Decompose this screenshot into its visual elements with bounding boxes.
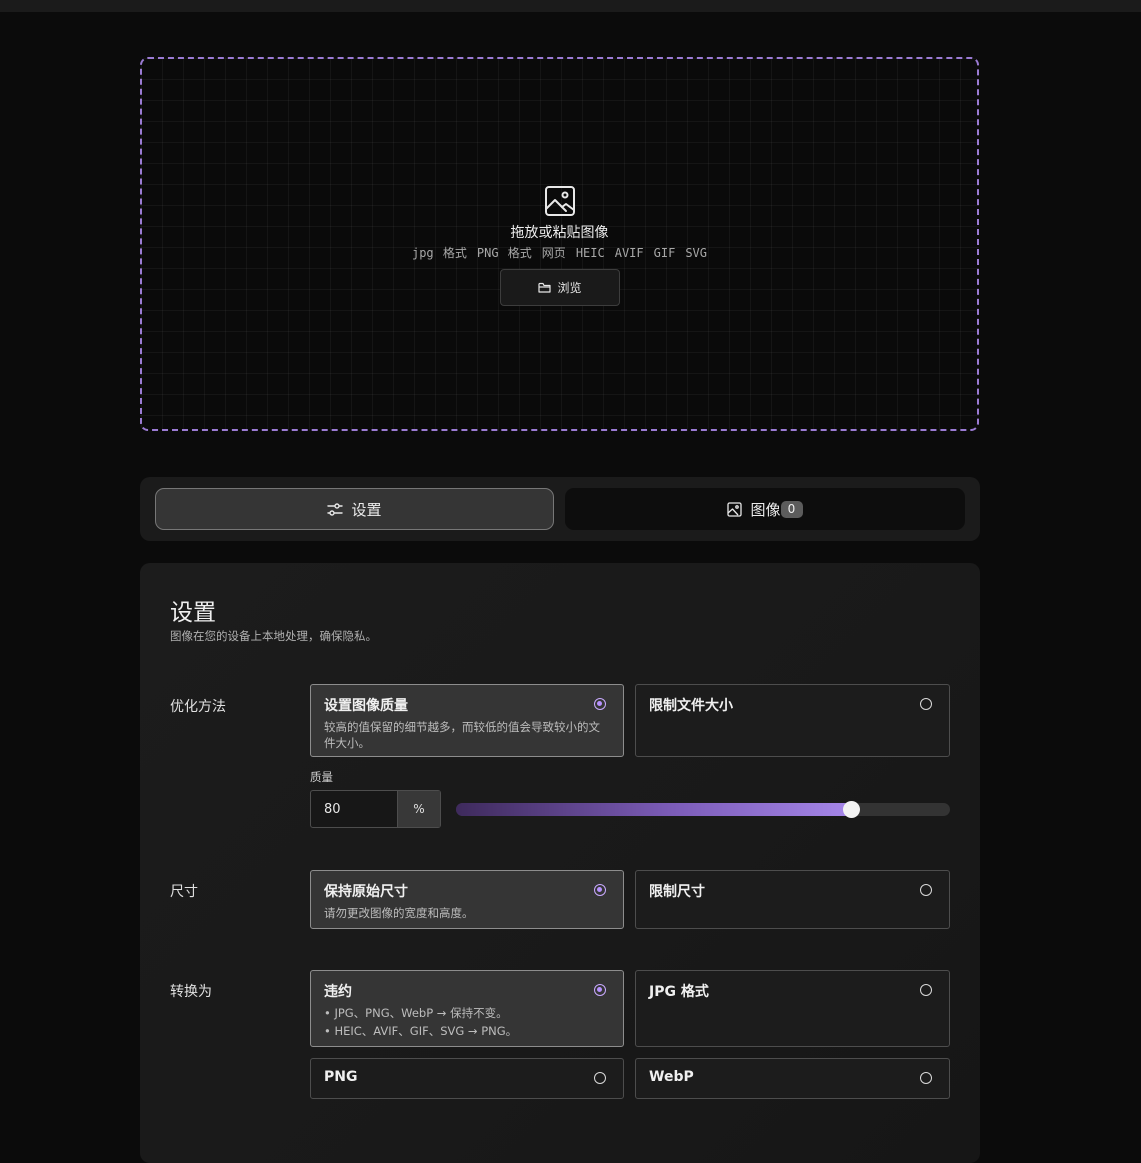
- option-description: 较高的值保留的细节越多，而较低的值会导致较小的文件大小。: [324, 720, 600, 750]
- image-count-badge: 0: [780, 500, 803, 518]
- option-title: 违约: [324, 984, 352, 1000]
- tab-images-label: 图像: [750, 500, 781, 519]
- format-avif: AVIF: [614, 246, 644, 260]
- tabs-bar: 设置 图像 0: [140, 477, 980, 541]
- format-gif: GIF: [653, 246, 676, 260]
- image-drop-zone[interactable]: 拖放或粘贴图像 jpg 格式 PNG 格式 网页 HEIC AVIF GIF SVG 浏览: [140, 57, 979, 431]
- image-icon: [545, 186, 575, 216]
- radio: [920, 1072, 932, 1084]
- option-description: • JPG、PNG、WebP → 保持不变。 • HEIC、AVIF、GIF、S…: [324, 1004, 609, 1040]
- option-title: 限制文件大小: [649, 698, 733, 714]
- option-title: 限制尺寸: [649, 884, 705, 900]
- format-svg: SVG: [685, 246, 707, 260]
- option-default-format[interactable]: 违约 • JPG、PNG、WebP → 保持不变。 • HEIC、AVIF、GI…: [310, 970, 624, 1047]
- tab-settings-label: 设置: [351, 500, 382, 519]
- radio-selected: [594, 984, 606, 996]
- option-png-format[interactable]: PNG: [310, 1058, 624, 1099]
- drop-zone-title: 拖放或粘贴图像: [510, 225, 609, 241]
- optimization-label: 优化方法: [170, 699, 226, 715]
- option-set-quality[interactable]: 设置图像质量 较高的值保留的细节越多，而较低的值会导致较小的文件大小。: [310, 684, 624, 757]
- option-description-line: • JPG、PNG、WebP → 保持不变。: [324, 1006, 508, 1020]
- option-jpg-format[interactable]: JPG 格式: [635, 970, 950, 1047]
- option-title: 保持原始尺寸: [324, 884, 408, 900]
- settings-panel: 设置 图像在您的设备上本地处理，确保隐私。 优化方法 设置图像质量 较高的值保留…: [140, 563, 980, 1163]
- option-title: PNG: [324, 1069, 358, 1085]
- option-webp-format[interactable]: WebP: [635, 1058, 950, 1099]
- convert-label: 转换为: [170, 984, 212, 1000]
- option-limit-file-size[interactable]: 限制文件大小: [635, 684, 950, 757]
- radio: [920, 698, 932, 710]
- radio: [920, 884, 932, 896]
- quality-input-group: %: [310, 790, 441, 828]
- format-webp: 网页: [541, 246, 566, 260]
- radio: [594, 1072, 606, 1084]
- option-description: 请勿更改图像的宽度和高度。: [324, 906, 474, 920]
- supported-formats: jpg 格式 PNG 格式 网页 HEIC AVIF GIF SVG: [142, 244, 977, 261]
- format-png: PNG 格式: [476, 246, 532, 260]
- format-jpg: jpg 格式: [411, 246, 467, 260]
- quality-input[interactable]: [311, 791, 397, 827]
- size-label: 尺寸: [170, 884, 198, 900]
- radio: [920, 984, 932, 996]
- browse-button[interactable]: 浏览: [500, 269, 620, 306]
- browse-label: 浏览: [557, 281, 582, 295]
- radio-selected: [594, 884, 606, 896]
- quality-label: 质量: [310, 770, 333, 784]
- top-bar: [0, 0, 1141, 12]
- tab-settings[interactable]: 设置: [155, 488, 554, 530]
- sliders-icon: [327, 502, 344, 516]
- option-keep-original-size[interactable]: 保持原始尺寸 请勿更改图像的宽度和高度。: [310, 870, 624, 929]
- quality-slider[interactable]: [456, 801, 950, 818]
- folder-icon: [538, 282, 552, 293]
- panel-title: 设置: [170, 600, 216, 626]
- option-limit-size[interactable]: 限制尺寸: [635, 870, 950, 929]
- option-title: 设置图像质量: [324, 698, 408, 714]
- option-title: JPG 格式: [649, 984, 709, 1000]
- tab-images[interactable]: 图像 0: [565, 488, 965, 530]
- option-title: WebP: [649, 1069, 694, 1085]
- panel-subtitle: 图像在您的设备上本地处理，确保隐私。: [170, 629, 377, 643]
- image-icon: [727, 501, 743, 517]
- radio-selected: [594, 698, 606, 710]
- quality-slider-fill: [456, 803, 852, 816]
- quality-slider-thumb[interactable]: [843, 801, 861, 818]
- option-description-line: • HEIC、AVIF、GIF、SVG → PNG。: [324, 1024, 518, 1038]
- format-heic: HEIC: [575, 246, 605, 260]
- quality-unit: %: [397, 791, 440, 827]
